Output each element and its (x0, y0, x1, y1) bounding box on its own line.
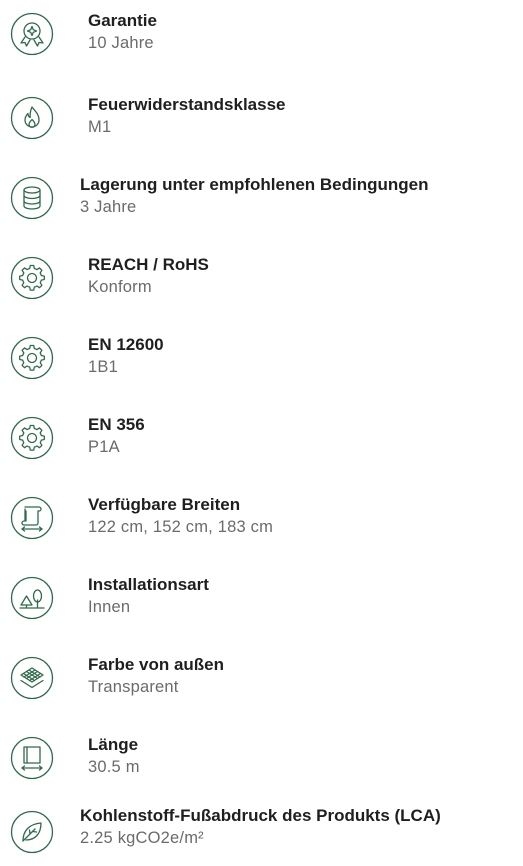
spec-value: Innen (88, 598, 131, 616)
database-icon (10, 176, 54, 220)
spec-value: 122 cm, 152 cm, 183 cm (88, 518, 274, 536)
spec-label: Garantie (88, 11, 157, 30)
spec-item-length: Länge 30.5 m (0, 730, 523, 790)
spec-item-storage: Lagerung unter empfohlenen Bedingungen 3… (0, 170, 523, 230)
spec-value: Konform (88, 278, 152, 296)
award-icon (10, 12, 54, 56)
spec-label: Länge (88, 735, 139, 754)
spec-item-installation: Installationsart Innen (0, 570, 523, 630)
length-icon (10, 736, 54, 780)
spec-item-fire-class: Feuerwiderstandsklasse M1 (0, 90, 523, 150)
spec-label: Farbe von außen (88, 655, 225, 674)
spec-value: M1 (88, 118, 112, 136)
width-roll-icon (10, 496, 54, 540)
spec-item-carbon-footprint: Kohlenstoff-Fußabdruck des Produkts (LCA… (0, 806, 523, 866)
spec-item-outside-color: Farbe von außen Transparent (0, 650, 523, 710)
spec-item-reach-rohs: REACH / RoHS Konform (0, 250, 523, 310)
spec-label: Kohlenstoff-Fußabdruck des Produkts (LCA… (80, 806, 441, 825)
spec-label: EN 12600 (88, 335, 164, 354)
spec-label: Verfügbare Breiten (88, 495, 241, 514)
spec-item-warranty: Garantie 10 Jahre (0, 6, 523, 66)
spec-label: Installationsart (88, 575, 209, 594)
indoor-tree-icon (10, 576, 54, 620)
spec-value: 10 Jahre (88, 34, 154, 52)
spec-value: P1A (88, 438, 120, 456)
layers-icon (10, 656, 54, 700)
gear-icon (10, 416, 54, 460)
spec-value: 1B1 (88, 358, 118, 376)
spec-list: Garantie 10 Jahre Feuerwiderstandsklasse… (0, 0, 523, 859)
spec-label: REACH / RoHS (88, 255, 209, 274)
spec-value: 30.5 m (88, 758, 140, 776)
spec-label: Lagerung unter empfohlenen Bedingungen (80, 175, 429, 194)
spec-item-widths: Verfügbare Breiten 122 cm, 152 cm, 183 c… (0, 490, 523, 550)
spec-label: EN 356 (88, 415, 145, 434)
spec-value: Transparent (88, 678, 179, 696)
spec-label: Feuerwiderstandsklasse (88, 95, 286, 114)
gear-icon (10, 336, 54, 380)
spec-item-en-12600: EN 12600 1B1 (0, 330, 523, 390)
gear-icon (10, 256, 54, 300)
spec-item-en-356: EN 356 P1A (0, 410, 523, 470)
leaf-icon (10, 810, 54, 854)
spec-value: 2.25 kgCO2e/m² (80, 829, 204, 847)
spec-value: 3 Jahre (80, 198, 137, 216)
flame-icon (10, 96, 54, 140)
